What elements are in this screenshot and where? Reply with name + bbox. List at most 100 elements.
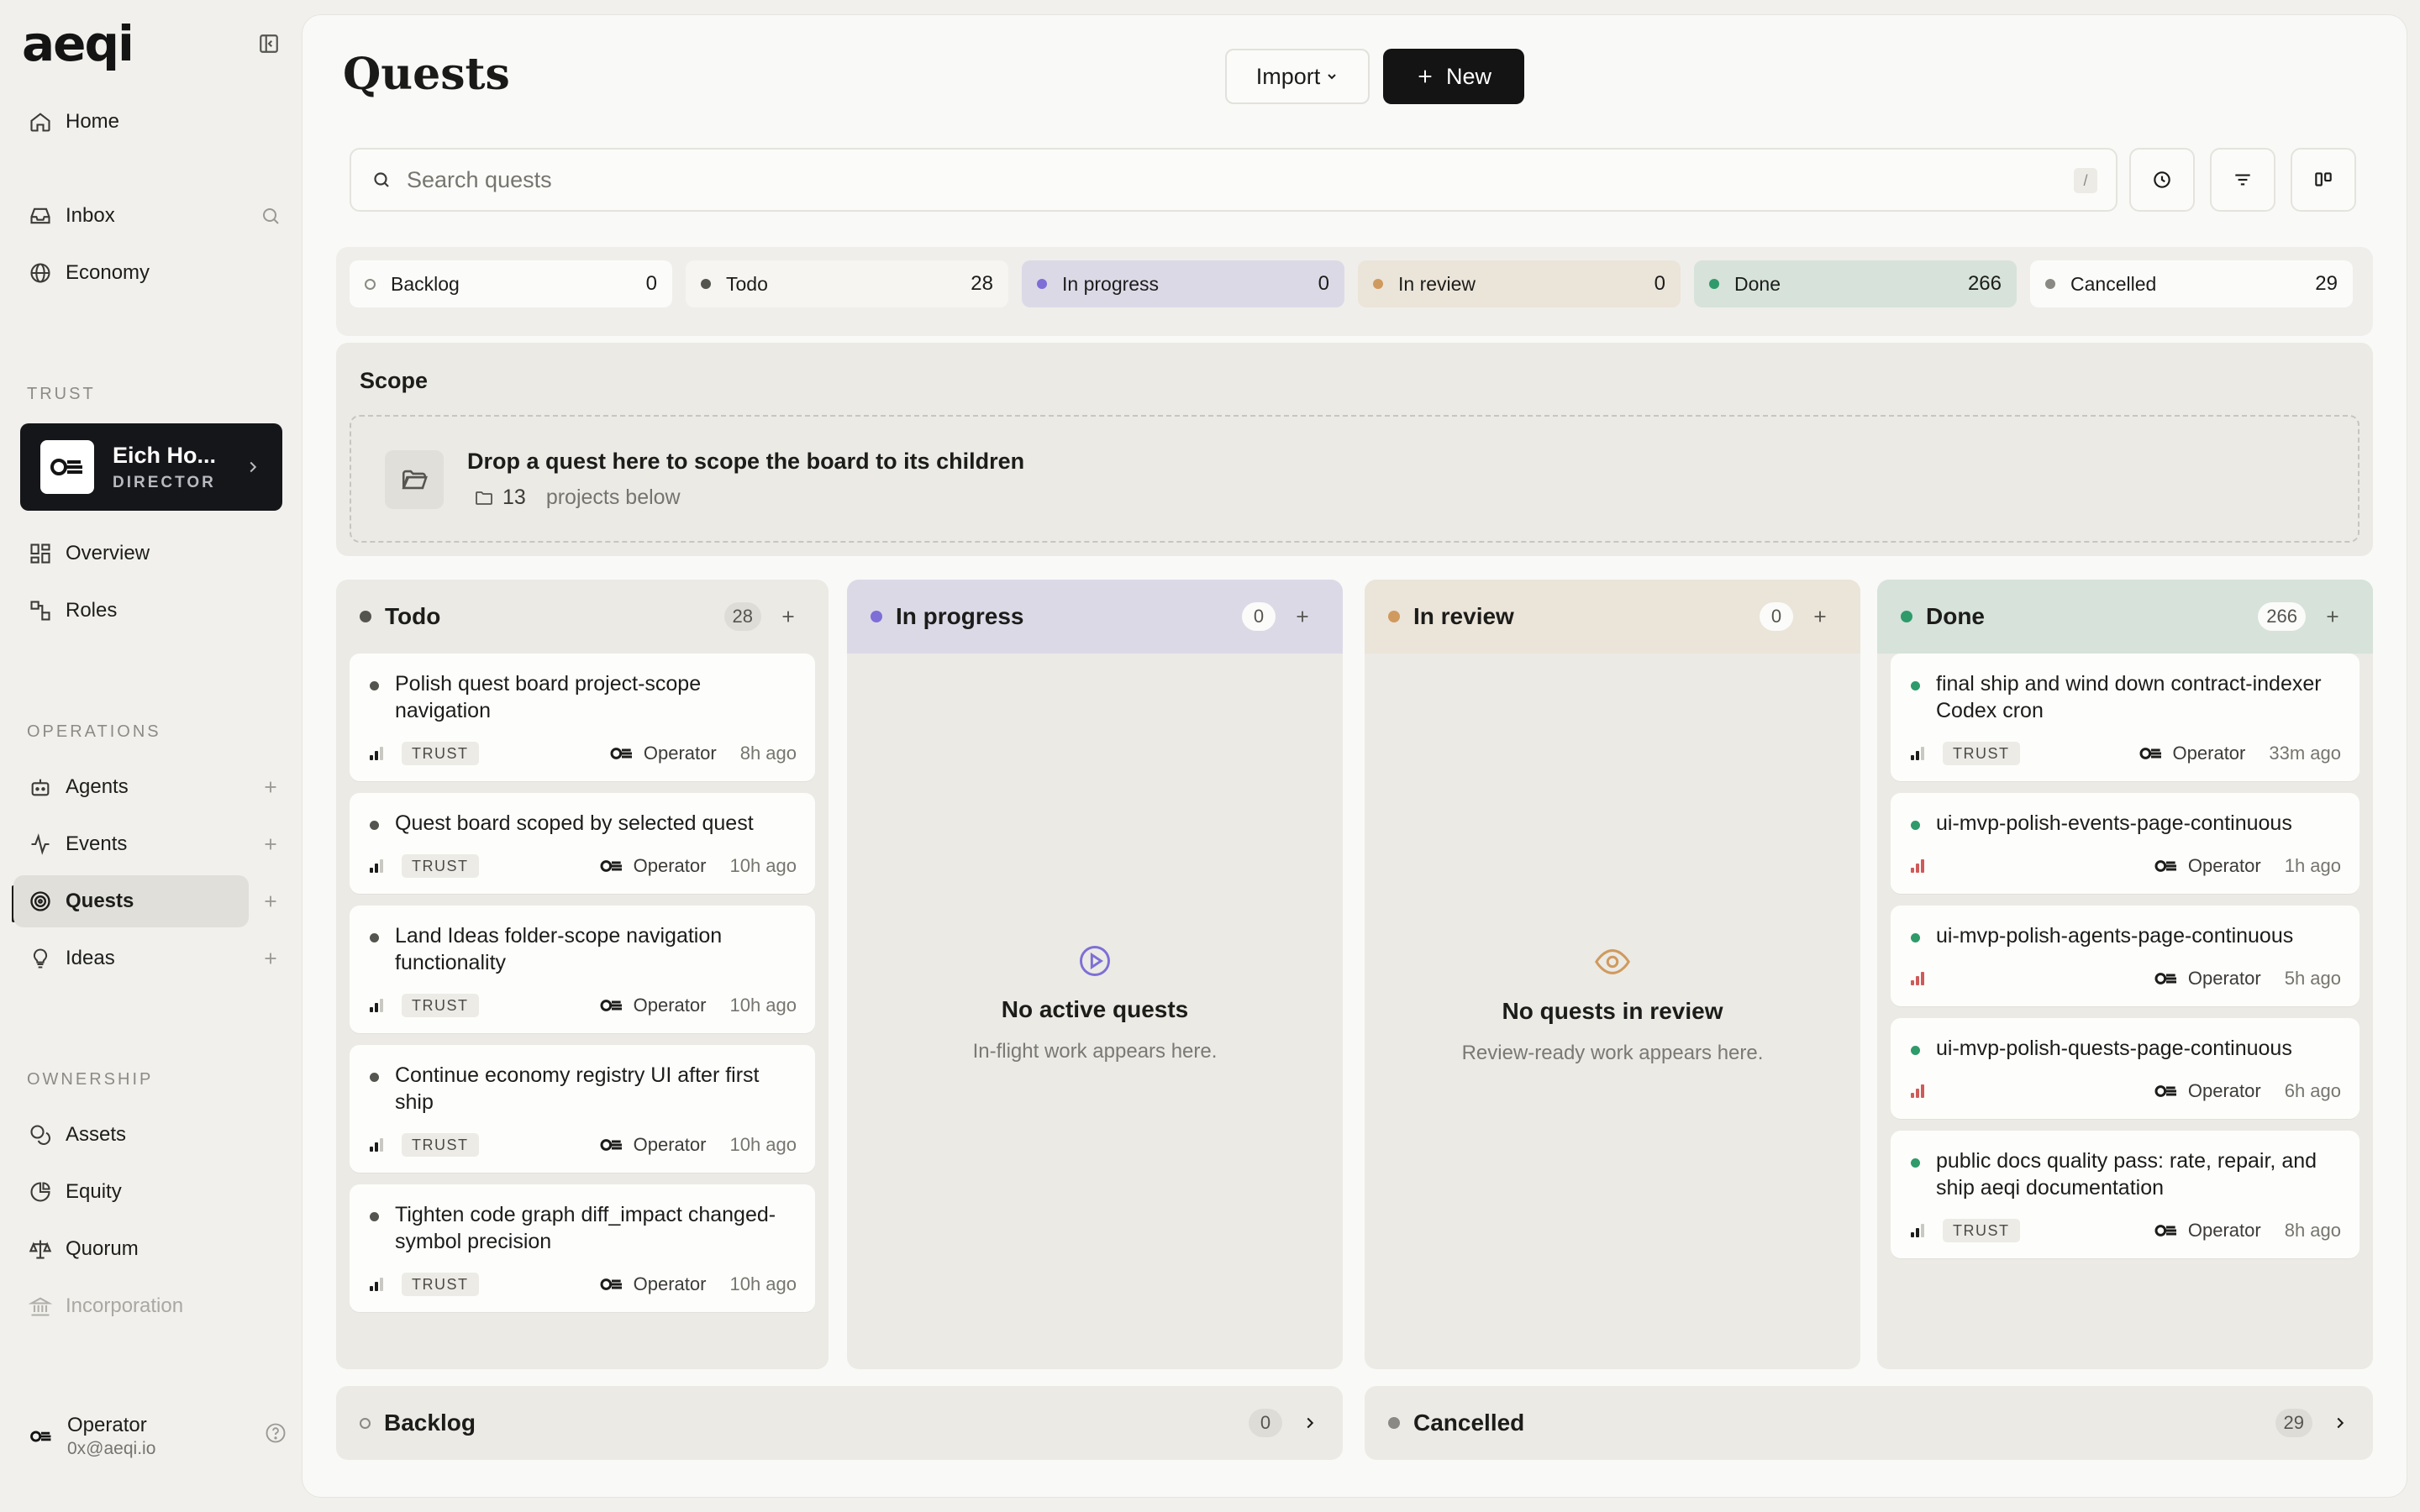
status-pill-cancelled[interactable]: Cancelled 29	[2030, 260, 2353, 307]
user-avatar	[27, 1422, 55, 1451]
quest-title: Quest board scoped by selected quest	[395, 811, 754, 835]
user-profile[interactable]: Operator 0x@aeqi.io	[27, 1411, 287, 1462]
scope-title: Scope	[360, 368, 429, 393]
ae-logo-icon	[598, 1276, 625, 1293]
column-title: Done	[1926, 603, 1985, 629]
play-circle-icon	[847, 942, 1343, 979]
backlog-section[interactable]: Backlog 0	[336, 1386, 1343, 1460]
priority-high-icon	[1911, 972, 1929, 985]
nav-overview-label: Overview	[66, 542, 150, 564]
quest-owner: Operator	[633, 995, 707, 1016]
import-button[interactable]: Import	[1225, 49, 1370, 104]
nav-incorporation[interactable]: Incorporation	[13, 1280, 249, 1332]
status-count: 29	[2315, 272, 2338, 295]
status-pill-todo[interactable]: Todo 28	[686, 260, 1008, 307]
status-count: 0	[1318, 272, 1329, 295]
card-list: Polish quest board project-scope navigat…	[336, 654, 829, 1312]
quest-card[interactable]: Land Ideas folder-scope navigation funct…	[350, 906, 815, 1033]
nav-overview[interactable]: Overview	[13, 528, 249, 580]
status-dot	[701, 279, 711, 289]
history-button[interactable]	[2129, 148, 2195, 212]
quest-card[interactable]: ui-mvp-polish-events-page-continuous Ope…	[1891, 793, 2360, 894]
nav-agents-label: Agents	[66, 775, 129, 798]
status-pill-in-review[interactable]: In review 0	[1358, 260, 1681, 307]
status-dot	[370, 1073, 379, 1082]
priority-medium-icon	[1911, 1224, 1929, 1237]
status-count: 0	[1654, 272, 1665, 295]
add-todo-button[interactable]	[771, 600, 805, 633]
folder-open-icon	[385, 450, 444, 509]
add-quest-button[interactable]	[252, 883, 289, 920]
eye-icon	[1365, 942, 1860, 981]
quest-time: 8h ago	[2284, 1220, 2341, 1241]
scope-drop-text: Drop a quest here to scope the board to …	[467, 449, 1025, 474]
nav-roles[interactable]: Roles	[13, 585, 249, 637]
quest-card[interactable]: ui-mvp-polish-agents-page-continuous Ope…	[1891, 906, 2360, 1006]
trust-avatar	[40, 440, 94, 494]
nav-agents[interactable]: Agents	[13, 761, 249, 813]
cancelled-section[interactable]: Cancelled 29	[1365, 1386, 2373, 1460]
add-done-button[interactable]	[2316, 600, 2349, 633]
filter-button[interactable]	[2210, 148, 2275, 212]
trust-section-label: TRUST	[27, 385, 96, 403]
status-label: In progress	[1062, 272, 1160, 295]
status-dot	[1373, 279, 1383, 289]
trust-info: Eich Ho... DIRECTOR	[113, 443, 216, 492]
nav-home[interactable]: Home	[13, 96, 249, 148]
pulse-icon	[27, 831, 54, 858]
status-pill-backlog[interactable]: Backlog 0	[350, 260, 672, 307]
quest-card[interactable]: Continue economy registry UI after first…	[350, 1045, 815, 1173]
nav-ideas[interactable]: Ideas	[13, 932, 249, 984]
scale-icon	[27, 1236, 54, 1263]
quest-meta: TRUST Operator 10h ago	[370, 1132, 797, 1158]
ae-logo-icon	[50, 459, 82, 475]
quest-meta: TRUST Operator 10h ago	[370, 853, 797, 879]
board-view-button[interactable]	[2291, 148, 2356, 212]
scope-projects-info: 13 projects below	[474, 486, 681, 510]
app-logo[interactable]: aeqi	[22, 19, 134, 68]
add-in-review-button[interactable]	[1803, 600, 1837, 633]
search-input[interactable]	[407, 166, 2003, 193]
trust-name: Eich Ho...	[113, 442, 217, 468]
quest-time: 10h ago	[729, 995, 797, 1016]
new-quest-button[interactable]: New	[1383, 49, 1524, 104]
quest-card[interactable]: Tighten code graph diff_impact changed-s…	[350, 1184, 815, 1312]
ae-logo-icon	[2153, 858, 2180, 874]
empty-title: No active quests	[1001, 996, 1189, 1022]
status-label: In review	[1398, 272, 1476, 295]
trust-switcher[interactable]: Eich Ho... DIRECTOR	[20, 423, 282, 511]
status-label: Todo	[726, 272, 768, 295]
status-pill-in-progress[interactable]: In progress 0	[1022, 260, 1344, 307]
quest-card[interactable]: ui-mvp-polish-quests-page-continuous Ope…	[1891, 1018, 2360, 1119]
nav-quests[interactable]: Quests	[13, 875, 249, 927]
nav-equity[interactable]: Equity	[13, 1166, 249, 1218]
quest-card[interactable]: Quest board scoped by selected quest TRU…	[350, 793, 815, 894]
operations-section-label: OPERATIONS	[27, 722, 161, 741]
status-filter-strip: Backlog 0 Todo 28 In progress 0 In revie…	[336, 247, 2373, 336]
quest-title: public docs quality pass: rate, repair, …	[1936, 1149, 2317, 1200]
nav-economy[interactable]: Economy	[13, 247, 249, 299]
nav-quorum[interactable]: Quorum	[13, 1223, 249, 1275]
collapse-sidebar-button[interactable]	[252, 27, 286, 60]
nav-events[interactable]: Events	[13, 818, 249, 870]
scope-projects-text: projects below	[545, 486, 681, 509]
quest-card[interactable]: public docs quality pass: rate, repair, …	[1891, 1131, 2360, 1258]
add-in-progress-button[interactable]	[1286, 600, 1319, 633]
quest-title: Continue economy registry UI after first…	[395, 1063, 760, 1114]
nav-inbox[interactable]: Inbox	[13, 190, 249, 242]
quest-card[interactable]: Polish quest board project-scope navigat…	[350, 654, 815, 781]
add-event-button[interactable]	[252, 826, 289, 863]
quest-card[interactable]: final ship and wind down contract-indexe…	[1891, 654, 2360, 781]
status-pill-done[interactable]: Done 266	[1694, 260, 2017, 307]
nav-assets[interactable]: Assets	[13, 1109, 249, 1161]
nav-incorporation-label: Incorporation	[66, 1294, 184, 1317]
priority-high-icon	[1911, 859, 1929, 873]
inbox-search-button[interactable]	[252, 197, 289, 234]
scope-drop-zone[interactable]: Drop a quest here to scope the board to …	[350, 415, 2360, 543]
status-dot	[1911, 1046, 1920, 1055]
new-label: New	[1445, 63, 1491, 89]
help-icon[interactable]	[264, 1421, 287, 1449]
add-agent-button[interactable]	[252, 769, 289, 806]
priority-medium-icon	[370, 1138, 388, 1152]
add-idea-button[interactable]	[252, 940, 289, 977]
